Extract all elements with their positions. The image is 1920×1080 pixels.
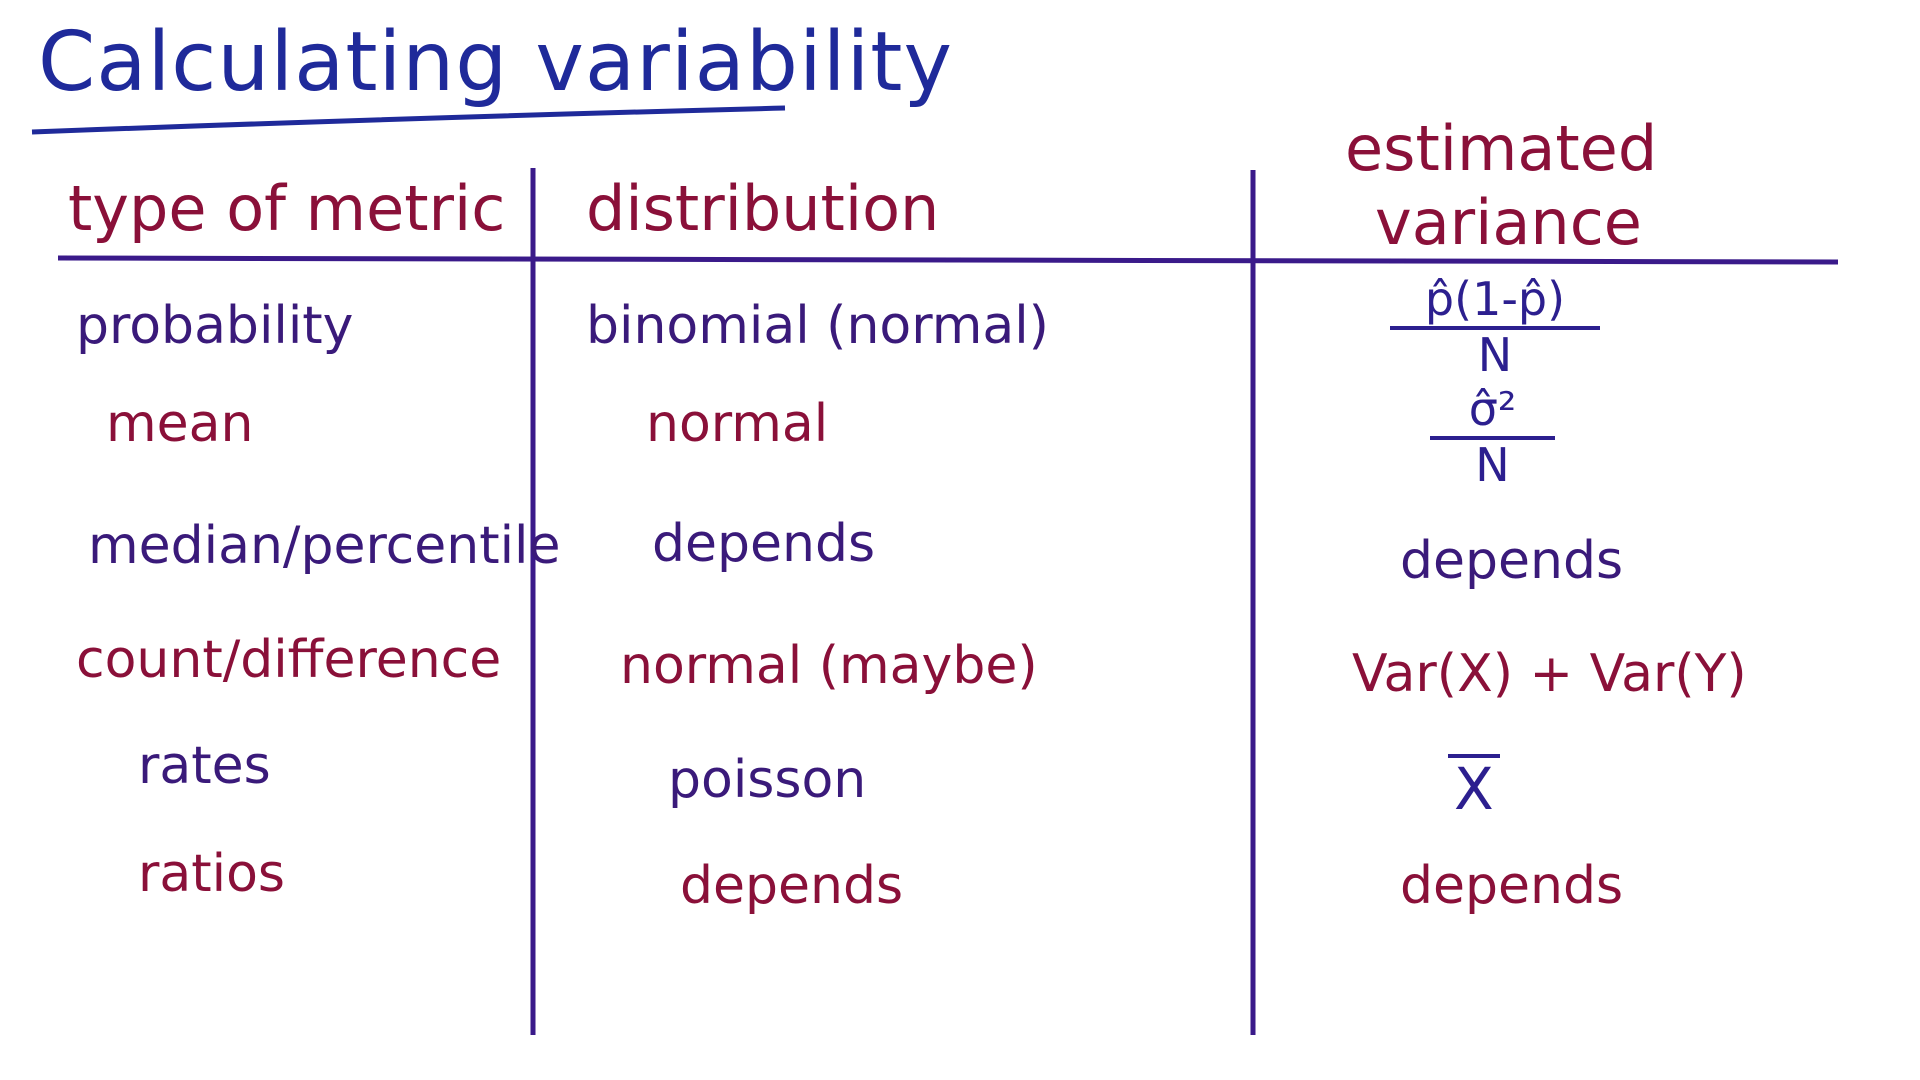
metric-mean: mean (106, 394, 254, 454)
metric-median-percentile: median/percentile (88, 516, 561, 576)
distribution-normal-maybe: normal (maybe) (620, 636, 1038, 696)
header-variance: variance (1375, 186, 1642, 259)
variance-sum-of-variances: Var(X) + Var(Y) (1352, 644, 1747, 704)
header-type-of-metric: type of metric (68, 172, 506, 245)
variance-probability-fraction: p̂(1-p̂) N (1390, 276, 1600, 378)
variance-depends-1: depends (1400, 531, 1624, 591)
variance-mean-fraction: σ̂² N (1430, 386, 1555, 488)
metric-ratios: ratios (138, 844, 285, 904)
distribution-depends-2: depends (680, 856, 904, 916)
metric-probability: probability (76, 296, 354, 356)
variance-depends-2: depends (1400, 856, 1624, 916)
distribution-poisson: poisson (668, 750, 867, 810)
distribution-binomial: binomial (normal) (586, 296, 1049, 356)
header-estimated: estimated (1345, 112, 1658, 185)
variance-probability-denominator: N (1477, 328, 1513, 382)
header-distribution: distribution (586, 172, 940, 245)
variance-x-bar: X (1448, 754, 1500, 818)
variance-probability-numerator: p̂(1-p̂) (1424, 272, 1566, 326)
metric-rates: rates (138, 736, 271, 796)
distribution-depends-1: depends (652, 514, 876, 574)
variance-mean-numerator: σ̂² (1468, 382, 1517, 436)
metric-count-difference: count/difference (76, 630, 502, 690)
title-underline (31, 105, 786, 135)
variance-mean-denominator: N (1475, 438, 1510, 492)
distribution-normal: normal (646, 394, 829, 454)
